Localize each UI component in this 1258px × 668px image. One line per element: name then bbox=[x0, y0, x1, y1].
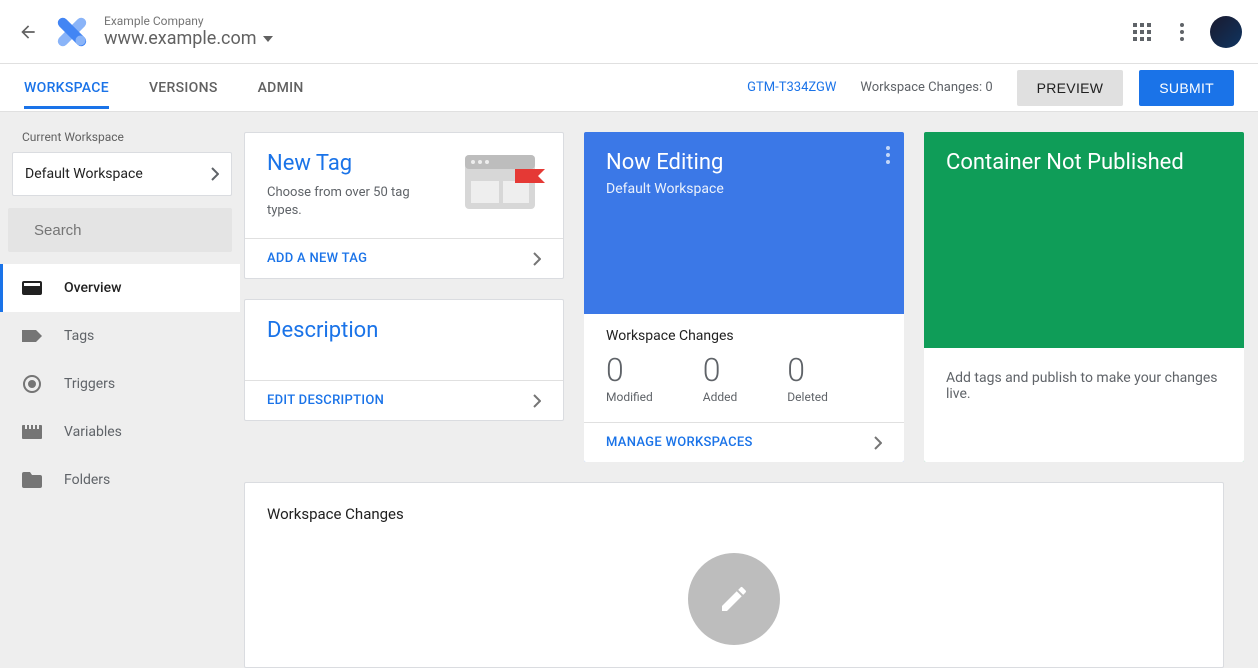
apps-grid-icon[interactable] bbox=[1122, 12, 1162, 52]
trigger-icon bbox=[22, 374, 42, 394]
sidebar-item-label: Variables bbox=[64, 424, 122, 440]
more-vert-icon[interactable] bbox=[1162, 12, 1202, 52]
sidebar-item-tags[interactable]: Tags bbox=[0, 312, 240, 360]
stat-added-value: 0 bbox=[703, 354, 738, 386]
nav-row: WORKSPACE VERSIONS ADMIN GTM-T334ZGW Wor… bbox=[0, 64, 1258, 112]
search-box[interactable] bbox=[8, 208, 232, 252]
gtm-logo-icon bbox=[56, 16, 88, 48]
main-content: New Tag Choose from over 50 tag types. A… bbox=[240, 112, 1258, 668]
company-name: Example Company bbox=[104, 14, 273, 28]
chevron-right-icon bbox=[533, 394, 541, 408]
dropdown-caret-icon bbox=[263, 36, 273, 42]
sidebar-item-label: Triggers bbox=[64, 376, 115, 392]
tab-workspace[interactable]: WORKSPACE bbox=[24, 66, 109, 109]
edit-description-button[interactable]: EDIT DESCRIPTION bbox=[245, 380, 563, 420]
sidebar-item-label: Folders bbox=[64, 472, 110, 488]
stat-deleted: 0 Deleted bbox=[787, 354, 828, 404]
now-editing-menu-icon[interactable] bbox=[886, 146, 890, 164]
chevron-right-icon bbox=[874, 436, 882, 450]
workspace-selector[interactable]: Default Workspace bbox=[12, 152, 232, 196]
sidebar-item-folders[interactable]: Folders bbox=[0, 456, 240, 504]
new-tag-subtitle: Choose from over 50 tag types. bbox=[267, 184, 437, 220]
card-new-tag: New Tag Choose from over 50 tag types. A… bbox=[244, 132, 564, 279]
sidebar-item-overview[interactable]: Overview bbox=[0, 264, 240, 312]
stat-deleted-value: 0 bbox=[787, 354, 828, 386]
brand-block[interactable]: Example Company www.example.com bbox=[104, 14, 273, 49]
new-tag-illustration-icon bbox=[465, 155, 545, 215]
tab-versions[interactable]: VERSIONS bbox=[149, 66, 218, 109]
workspace-changes-count: Workspace Changes: 0 bbox=[860, 80, 992, 95]
tag-icon bbox=[22, 326, 42, 346]
stat-added: 0 Added bbox=[703, 354, 738, 404]
preview-button[interactable]: PREVIEW bbox=[1017, 70, 1124, 106]
pencil-icon bbox=[718, 583, 750, 615]
add-new-tag-button[interactable]: ADD A NEW TAG bbox=[245, 238, 563, 278]
workspace-changes-heading: Workspace Changes bbox=[606, 328, 882, 344]
search-input[interactable] bbox=[34, 222, 233, 239]
workspace-changes-title: Workspace Changes bbox=[267, 505, 1201, 523]
now-editing-title: Now Editing bbox=[606, 150, 882, 175]
chevron-right-icon bbox=[533, 252, 541, 266]
sidebar-item-variables[interactable]: Variables bbox=[0, 408, 240, 456]
domain-text: www.example.com bbox=[104, 28, 257, 49]
folder-icon bbox=[22, 470, 42, 490]
description-title: Description bbox=[267, 318, 541, 343]
back-arrow-icon[interactable] bbox=[16, 20, 40, 44]
card-workspace-changes: Workspace Changes bbox=[244, 482, 1224, 668]
top-bar: Example Company www.example.com bbox=[0, 0, 1258, 64]
stat-modified-label: Modified bbox=[606, 390, 653, 404]
add-new-tag-label: ADD A NEW TAG bbox=[267, 251, 367, 266]
container-status-title: Container Not Published bbox=[946, 150, 1222, 175]
workspace-selector-value: Default Workspace bbox=[25, 166, 143, 182]
submit-button[interactable]: SUBMIT bbox=[1139, 70, 1234, 106]
card-description: Description EDIT DESCRIPTION bbox=[244, 299, 564, 421]
stat-added-label: Added bbox=[703, 390, 738, 404]
current-workspace-label: Current Workspace bbox=[0, 130, 240, 152]
edit-fab-button[interactable] bbox=[688, 553, 780, 645]
chevron-right-icon bbox=[211, 167, 219, 181]
sidebar-item-triggers[interactable]: Triggers bbox=[0, 360, 240, 408]
sidebar: Current Workspace Default Workspace Over… bbox=[0, 112, 240, 668]
sidebar-item-label: Tags bbox=[64, 328, 94, 344]
container-status-subtitle: Add tags and publish to make your change… bbox=[946, 370, 1218, 402]
now-editing-subtitle: Default Workspace bbox=[606, 181, 882, 197]
manage-workspaces-label: MANAGE WORKSPACES bbox=[606, 435, 753, 450]
stat-modified-value: 0 bbox=[606, 354, 653, 386]
card-now-editing: Now Editing Default Workspace Workspace … bbox=[584, 132, 904, 462]
card-container-status: Container Not Published Add tags and pub… bbox=[924, 132, 1244, 462]
overview-icon bbox=[22, 278, 42, 298]
tab-admin[interactable]: ADMIN bbox=[258, 66, 304, 109]
manage-workspaces-button[interactable]: MANAGE WORKSPACES bbox=[584, 422, 904, 462]
variable-icon bbox=[22, 422, 42, 442]
container-id-link[interactable]: GTM-T334ZGW bbox=[747, 80, 836, 95]
stat-deleted-label: Deleted bbox=[787, 390, 828, 404]
stat-modified: 0 Modified bbox=[606, 354, 653, 404]
avatar[interactable] bbox=[1210, 16, 1242, 48]
edit-description-label: EDIT DESCRIPTION bbox=[267, 393, 384, 408]
sidebar-item-label: Overview bbox=[64, 280, 121, 296]
container-domain: www.example.com bbox=[104, 28, 273, 49]
